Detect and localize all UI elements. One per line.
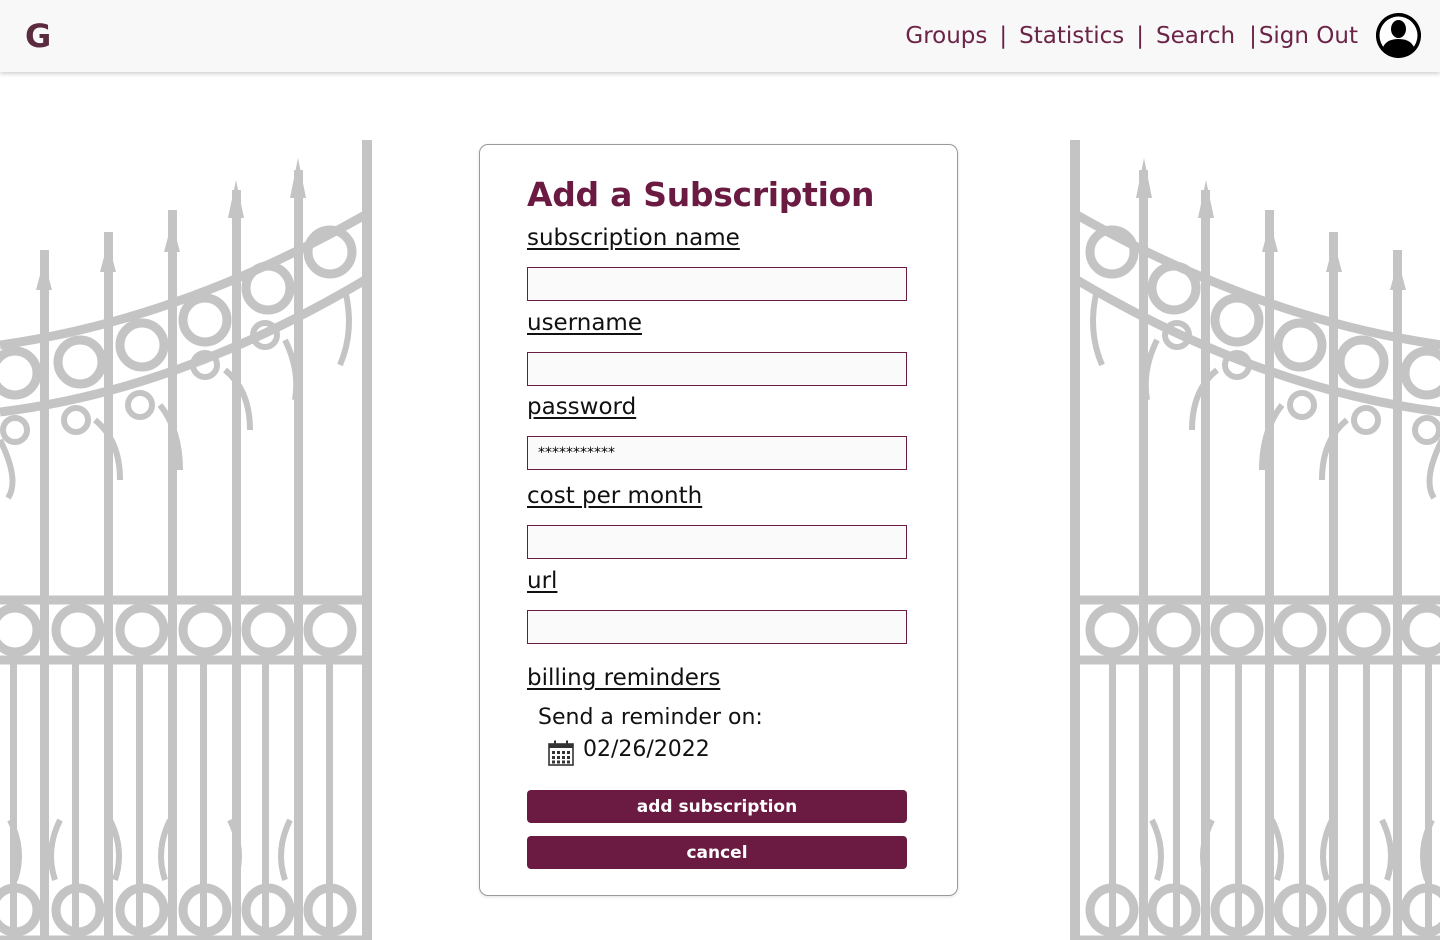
subscription-name-input[interactable] bbox=[527, 267, 907, 301]
nav-statistics-link[interactable]: Statistics bbox=[1019, 23, 1124, 49]
username-label: username bbox=[527, 310, 642, 336]
calendar-icon[interactable] bbox=[547, 739, 575, 767]
billing-reminders-label: billing reminders bbox=[527, 665, 721, 691]
top-navbar: G Groups | Statistics | Search | Sign Ou… bbox=[0, 0, 1440, 72]
password-label: password bbox=[527, 394, 637, 420]
nav-separator: | bbox=[1136, 23, 1145, 49]
add-subscription-button[interactable]: add subscription bbox=[527, 790, 907, 823]
subscription-name-label: subscription name bbox=[527, 225, 740, 251]
gate-illustration-right bbox=[1070, 140, 1440, 940]
add-subscription-card: Add a Subscription subscription name use… bbox=[479, 144, 958, 896]
form-title: Add a Subscription bbox=[527, 175, 875, 214]
nav-search-link[interactable]: Search bbox=[1156, 23, 1235, 49]
gate-illustration-left bbox=[0, 140, 372, 940]
password-input[interactable] bbox=[527, 436, 907, 470]
cost-per-month-label: cost per month bbox=[527, 483, 703, 509]
user-avatar-icon[interactable] bbox=[1376, 13, 1421, 58]
nav-separator: | bbox=[999, 23, 1008, 49]
main-nav: Groups | Statistics | Search | Sign Out bbox=[905, 20, 1358, 52]
username-input[interactable] bbox=[527, 352, 907, 386]
url-input[interactable] bbox=[527, 610, 907, 644]
url-label: url bbox=[527, 568, 558, 594]
nav-groups-link[interactable]: Groups bbox=[905, 23, 987, 49]
reminder-date[interactable]: 02/26/2022 bbox=[583, 737, 710, 762]
cancel-button[interactable]: cancel bbox=[527, 836, 907, 869]
reminder-prompt-text: Send a reminder on: bbox=[538, 705, 763, 730]
nav-separator: | bbox=[1249, 23, 1257, 49]
cost-per-month-input[interactable] bbox=[527, 525, 907, 559]
app-logo[interactable]: G bbox=[25, 16, 51, 56]
nav-sign-out-link[interactable]: Sign Out bbox=[1259, 23, 1358, 49]
